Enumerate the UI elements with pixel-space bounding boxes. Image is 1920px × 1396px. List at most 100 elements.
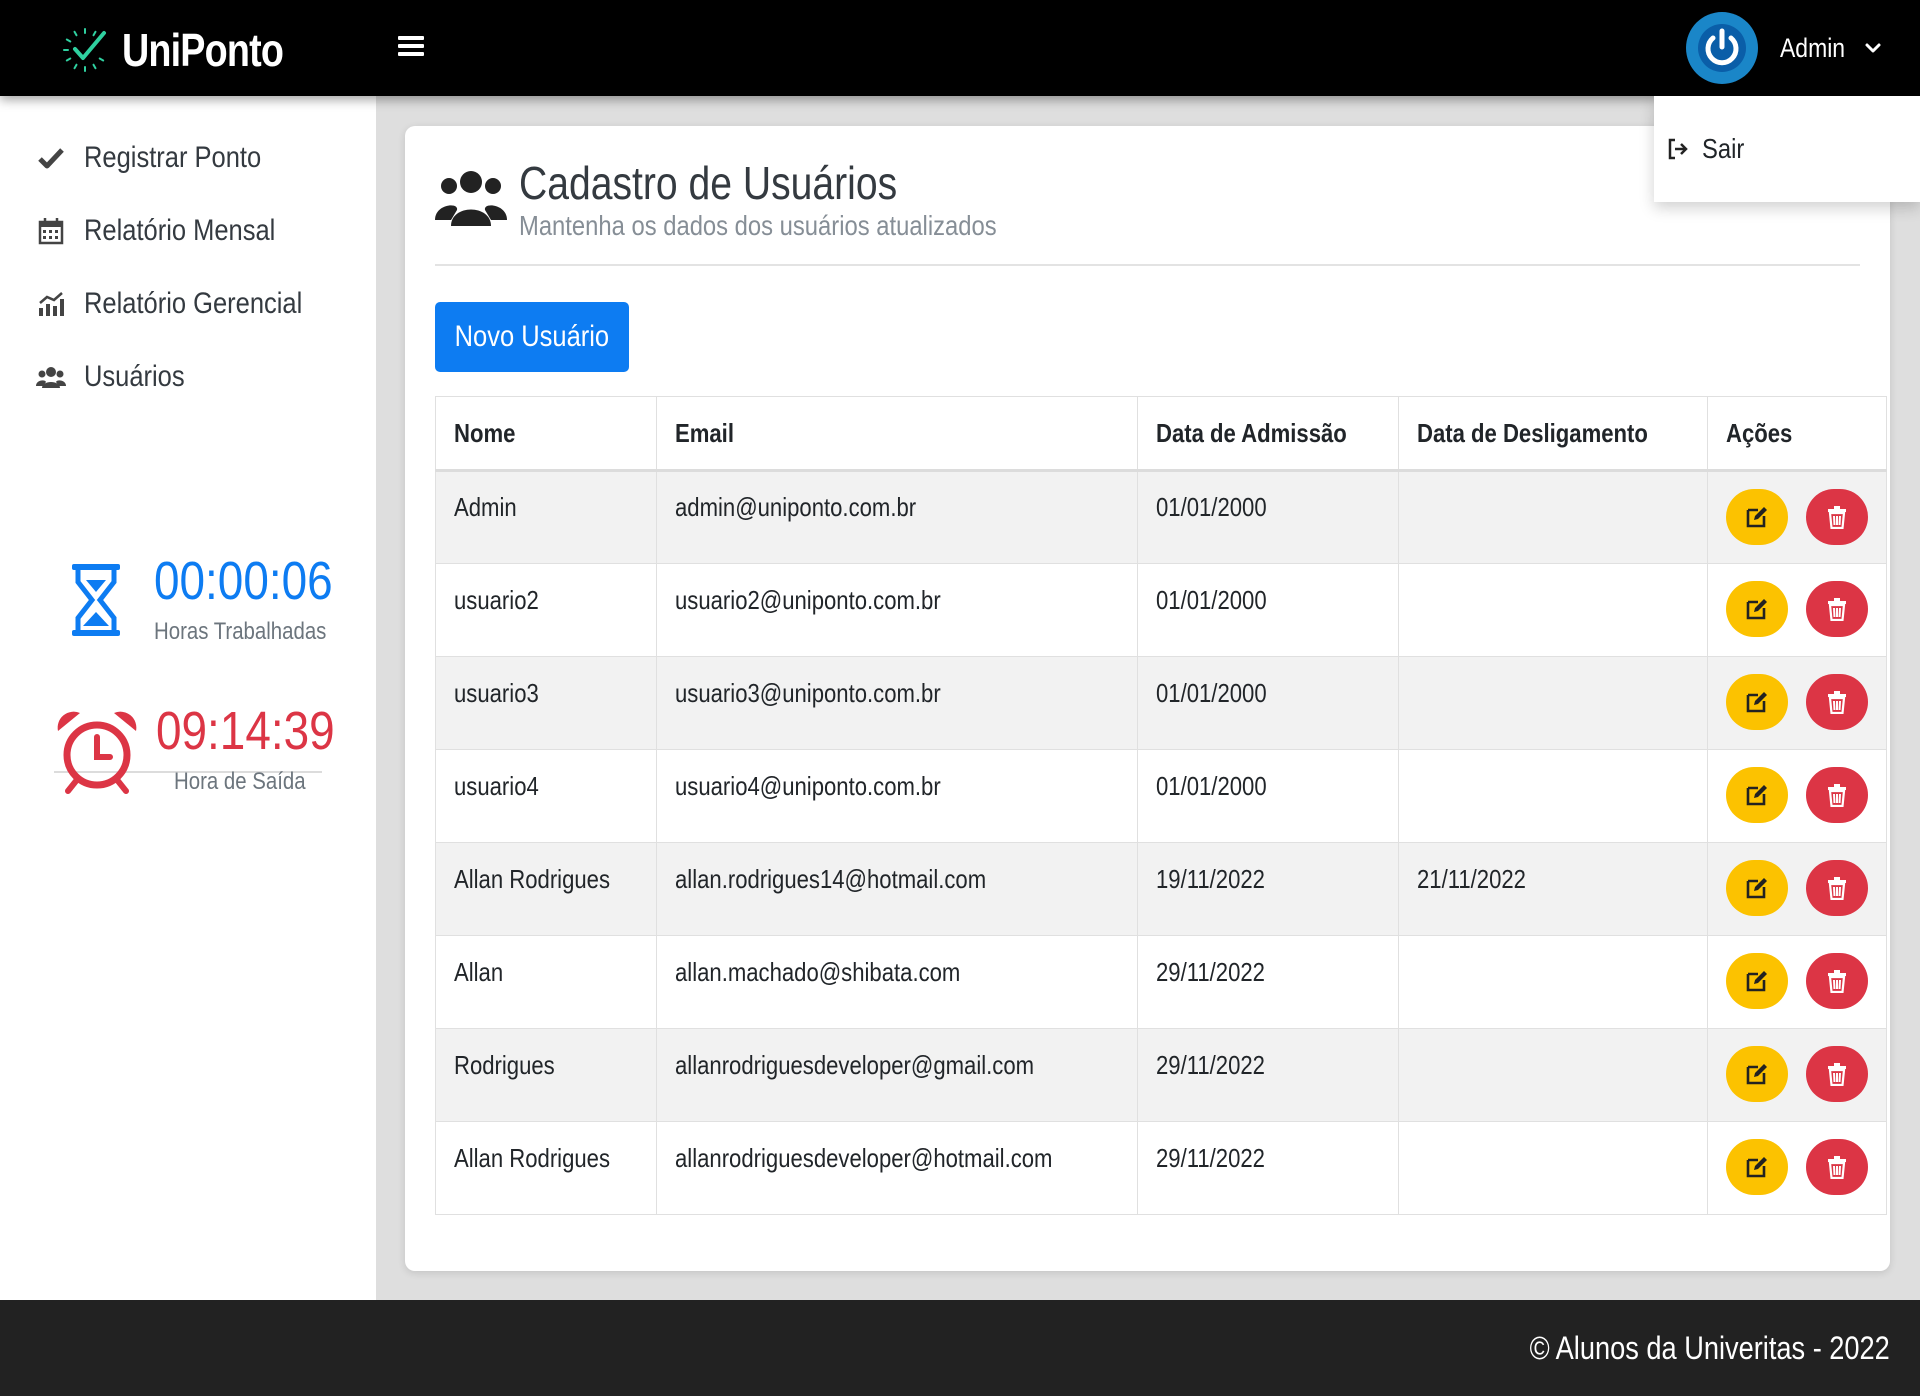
cell-actions — [1706, 1121, 1887, 1215]
delete-button[interactable] — [1805, 860, 1868, 916]
cell-admission: 01/01/2000 — [1136, 563, 1400, 657]
trash-icon — [1826, 1062, 1848, 1086]
edit-icon — [1745, 505, 1769, 529]
edit-button[interactable] — [1725, 953, 1788, 1009]
cell-admission: 01/01/2000 — [1136, 656, 1400, 750]
edit-button[interactable] — [1725, 488, 1788, 545]
table-row: usuario2 usuario2@uniponto.com.br 01/01/20… — [435, 563, 1887, 657]
cell-dismissal — [1398, 563, 1708, 657]
footer: © Alunos da Univeritas - 2022 — [0, 1300, 1920, 1396]
brand-name: UniPonto — [122, 24, 284, 76]
table-row: Rodrigues allanrodriguesdeveloper@gmail.c… — [435, 1028, 1887, 1122]
sidebar-item-usuarios[interactable]: Usuários — [36, 352, 202, 402]
new-user-button-label: Novo Usuário — [454, 320, 610, 353]
edit-button[interactable] — [1725, 1139, 1788, 1195]
worked-hours-value: 00:00:06 — [154, 551, 333, 611]
brand[interactable]: UniPonto — [62, 22, 318, 78]
cell-email: allanrodriguesdeveloper@hotmail.com — [655, 1121, 1138, 1215]
edit-button[interactable] — [1725, 767, 1788, 823]
edit-button[interactable] — [1725, 674, 1788, 730]
cell-email: allan.rodrigues14@hotmail.com — [655, 842, 1138, 936]
cell-email: usuario3@uniponto.com.br — [655, 656, 1138, 750]
worked-hours-widget: 00:00:06 Horas Trabalhadas — [70, 554, 364, 646]
table-row: Allan allan.machado@shibata.com 29/11/2022 — [435, 935, 1887, 1029]
cell-actions — [1706, 656, 1887, 750]
cell-dismissal — [1398, 1028, 1708, 1122]
footer-text: © Alunos da Univeritas - 2022 — [1529, 1329, 1890, 1366]
edit-icon — [1745, 969, 1769, 993]
new-user-button[interactable]: Novo Usuário — [435, 302, 629, 372]
edit-button[interactable] — [1725, 1046, 1788, 1102]
column-header-dismissal: Data de Desligamento — [1398, 396, 1708, 472]
menu-toggle-button[interactable] — [398, 36, 424, 60]
delete-button[interactable] — [1805, 581, 1868, 637]
cell-name: Admin — [435, 470, 657, 564]
exit-time-widget: 09:14:39 Hora de Saída — [54, 704, 366, 796]
trash-icon — [1826, 597, 1848, 621]
delete-button[interactable] — [1805, 674, 1868, 730]
edit-icon — [1745, 1155, 1769, 1179]
cell-email: usuario4@uniponto.com.br — [655, 749, 1138, 843]
edit-icon — [1745, 690, 1769, 714]
trash-icon — [1826, 1155, 1848, 1179]
cell-name: usuario3 — [435, 656, 657, 750]
users-icon — [435, 171, 507, 226]
edit-icon — [1745, 597, 1769, 621]
title-divider — [435, 264, 1860, 266]
trash-icon — [1826, 505, 1848, 529]
cell-email: allanrodriguesdeveloper@gmail.com — [655, 1028, 1138, 1122]
cell-admission: 29/11/2022 — [1136, 1028, 1400, 1122]
column-header-admission: Data de Admissão — [1136, 396, 1400, 472]
cell-name: Rodrigues — [435, 1028, 657, 1122]
sidebar-item-registrar-ponto[interactable]: Registrar Ponto — [36, 133, 292, 183]
users-card: Cadastro de Usuários Mantenha os dados d… — [405, 126, 1890, 1271]
delete-button[interactable] — [1805, 488, 1868, 545]
trash-icon — [1826, 969, 1848, 993]
calendar-icon — [36, 216, 66, 246]
trash-icon — [1826, 690, 1848, 714]
hourglass-icon — [72, 564, 120, 636]
cell-admission: 01/01/2000 — [1136, 470, 1400, 564]
cell-email: allan.machado@shibata.com — [655, 935, 1138, 1029]
logout-menu-item[interactable]: Sair — [1654, 96, 1920, 202]
logout-label: Sair — [1702, 133, 1745, 164]
cell-actions — [1706, 1028, 1887, 1122]
alarm-clock-icon — [57, 711, 137, 794]
table-row: Allan Rodrigues allan.rodrigues14@hotmail… — [435, 842, 1887, 936]
edit-button[interactable] — [1725, 860, 1788, 916]
cell-actions — [1706, 470, 1887, 564]
delete-button[interactable] — [1805, 1046, 1868, 1102]
cell-actions — [1706, 935, 1887, 1029]
sidebar-item-label: Relatório Gerencial — [84, 287, 303, 320]
cell-admission: 29/11/2022 — [1136, 1121, 1400, 1215]
cell-name: Allan Rodrigues — [435, 842, 657, 936]
cell-email: usuario2@uniponto.com.br — [655, 563, 1138, 657]
sidebar-item-relatorio-gerencial[interactable]: Relatório Gerencial — [36, 279, 341, 329]
table-row: usuario3 usuario3@uniponto.com.br 01/01/20… — [435, 656, 1887, 750]
delete-button[interactable] — [1805, 1139, 1868, 1195]
user-name: Admin — [1780, 32, 1846, 63]
table-row: Admin admin@uniponto.com.br 01/01/2000 — [435, 470, 1887, 564]
delete-button[interactable] — [1805, 953, 1868, 1009]
cell-name: usuario4 — [435, 749, 657, 843]
chart-icon — [36, 289, 66, 319]
user-menu[interactable]: Admin — [1686, 12, 1882, 84]
cell-admission: 19/11/2022 — [1136, 842, 1400, 936]
column-header-actions: Ações — [1706, 396, 1887, 472]
cell-admission: 29/11/2022 — [1136, 935, 1400, 1029]
exit-time-label: Hora de Saída — [174, 768, 306, 795]
sidebar-item-relatorio-mensal[interactable]: Relatório Mensal — [36, 206, 309, 256]
sidebar-item-label: Relatório Mensal — [84, 214, 276, 247]
cell-dismissal: 21/11/2022 — [1398, 842, 1708, 936]
edit-button[interactable] — [1725, 581, 1788, 637]
sign-out-icon — [1668, 138, 1688, 160]
edit-icon — [1745, 783, 1769, 807]
table-row: usuario4 usuario4@uniponto.com.br 01/01/20… — [435, 749, 1887, 843]
page-title: Cadastro de Usuários — [519, 157, 898, 209]
table-row: Allan Rodrigues allanrodriguesdeveloper@h… — [435, 1121, 1887, 1215]
delete-button[interactable] — [1805, 767, 1868, 823]
sidebar-item-label: Registrar Ponto — [84, 141, 262, 174]
cell-dismissal — [1398, 1121, 1708, 1215]
power-avatar-icon — [1686, 12, 1758, 84]
cell-actions — [1706, 563, 1887, 657]
